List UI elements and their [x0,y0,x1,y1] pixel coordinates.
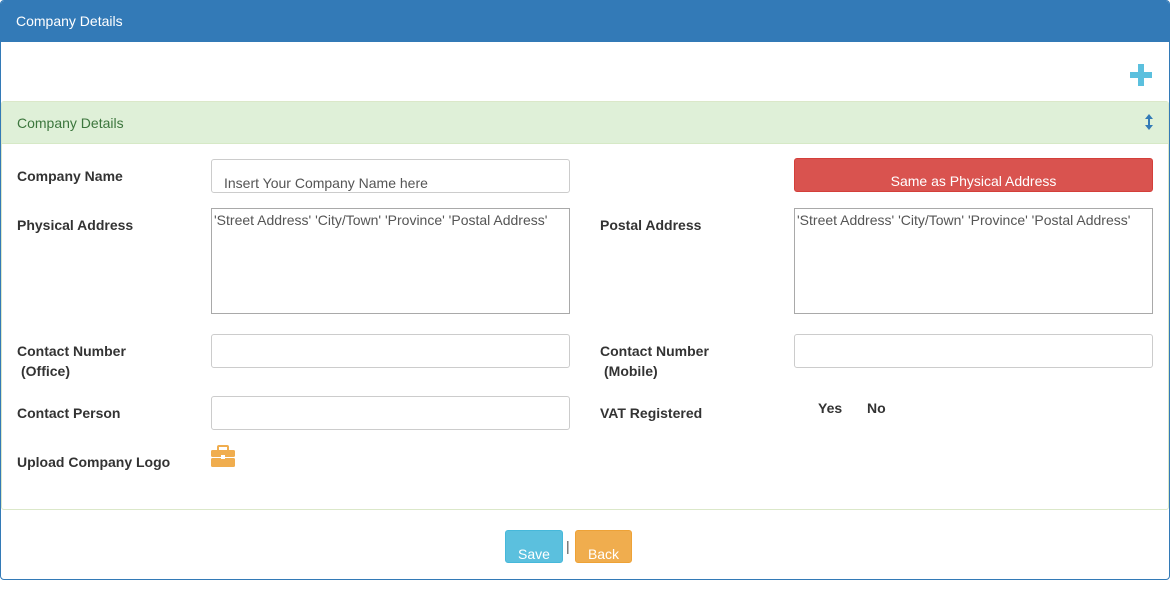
panel-title: Company Details [16,13,123,29]
vat-yes-option[interactable]: Yes [818,400,842,416]
section-heading[interactable]: Company Details [2,102,1168,144]
upload-logo-label: Upload Company Logo [17,454,171,470]
panel-heading: Company Details [1,1,1169,42]
physical-address-textarea[interactable]: 'Street Address' 'City/Town' 'Province' … [211,208,570,314]
company-name-input[interactable] [211,159,570,193]
briefcase-icon[interactable] [210,445,236,467]
contact-mobile-label-line1: Contact Number [600,343,709,359]
contact-office-input[interactable] [211,334,570,368]
vat-no-option[interactable]: No [867,400,886,416]
contact-office-label-line1: Contact Number [17,343,126,359]
contact-person-input[interactable] [211,396,570,430]
contact-office-label-line2: (Office) [21,363,70,379]
save-button[interactable]: Save [505,530,563,563]
back-button[interactable]: Back [575,530,632,563]
postal-address-label: Postal Address [600,217,702,233]
button-separator: | [566,538,570,554]
vat-registered-label: VAT Registered [600,405,703,421]
contact-mobile-input[interactable] [794,334,1153,368]
postal-address-textarea[interactable]: 'Street Address' 'City/Town' 'Province' … [794,208,1153,314]
vertical-resize-icon[interactable] [1144,112,1154,132]
contact-mobile-label: Contact Number (Mobile) [600,341,709,381]
contact-mobile-label-line2: (Mobile) [604,363,658,379]
company-name-label: Company Name [17,168,123,184]
contact-office-label: Contact Number (Office) [17,341,126,381]
plus-icon[interactable] [1129,63,1153,87]
section-title: Company Details [17,115,124,131]
contact-person-label: Contact Person [17,405,121,421]
same-as-physical-address-button[interactable]: Same as Physical Address [794,158,1153,192]
physical-address-label: Physical Address [17,217,134,233]
